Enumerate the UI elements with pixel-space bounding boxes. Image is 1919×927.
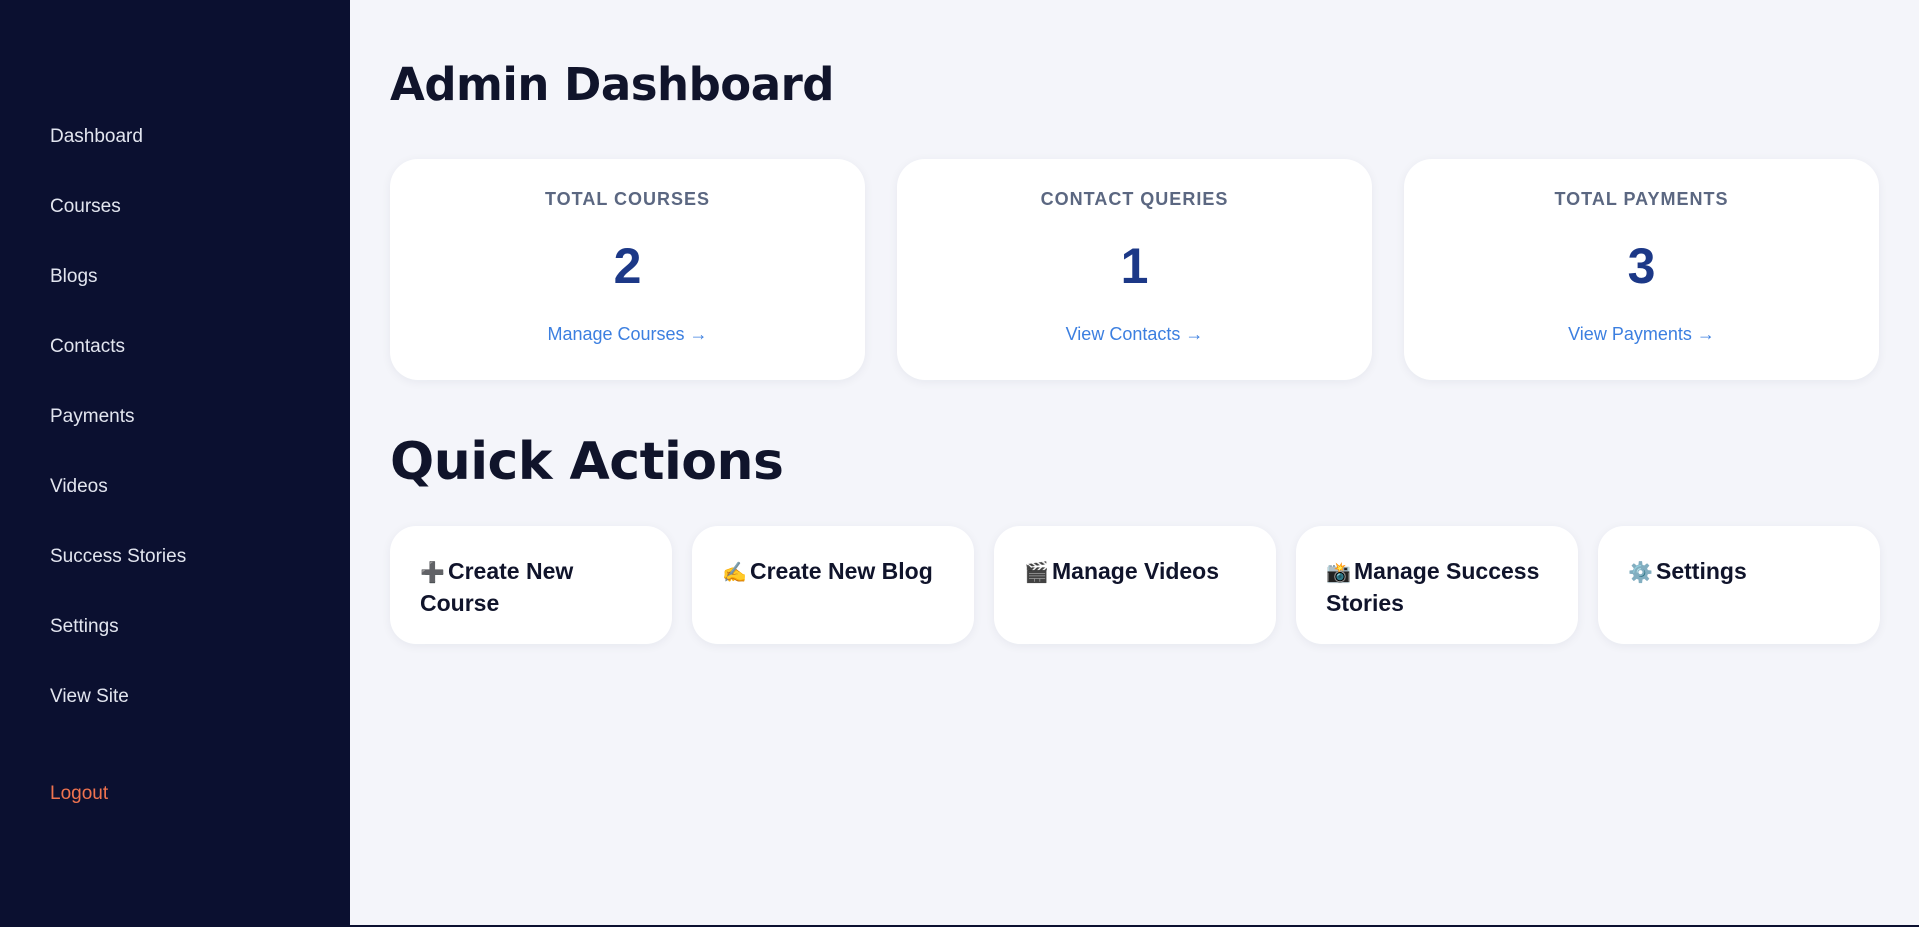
sidebar-item-settings[interactable]: Settings — [50, 616, 119, 638]
create-new-blog-button[interactable]: ✍️ Create New Blog — [692, 526, 974, 644]
manage-videos-button[interactable]: 🎬 Manage Videos — [994, 526, 1276, 644]
action-label: Settings — [1656, 558, 1747, 584]
sidebar-item-success-stories[interactable]: Success Stories — [50, 546, 186, 568]
plus-icon: ➕ — [420, 562, 445, 584]
sidebar-item-videos[interactable]: Videos — [50, 476, 108, 498]
sidebar-item-contacts[interactable]: Contacts — [50, 336, 125, 358]
stat-label: TOTAL COURSES — [544, 189, 710, 209]
stat-value: 3 — [1627, 238, 1656, 294]
main-content: Admin Dashboard TOTAL COURSES 2 Manage C… — [350, 0, 1919, 927]
stat-card-contact-queries: CONTACT QUERIES 1 View Contacts → — [897, 159, 1372, 380]
manage-courses-link[interactable]: Manage Courses → — [390, 324, 865, 345]
gear-icon: ⚙️ — [1628, 562, 1653, 584]
settings-button[interactable]: ⚙️ Settings — [1598, 526, 1880, 644]
camera-icon: 📸 — [1326, 562, 1351, 584]
create-new-course-button[interactable]: ➕ Create New Course — [390, 526, 672, 644]
stat-label: CONTACT QUERIES — [1040, 189, 1229, 209]
action-label: Manage Success Stories — [1326, 558, 1540, 616]
stat-value: 1 — [1120, 238, 1149, 294]
sidebar-item-dashboard[interactable]: Dashboard — [50, 126, 143, 148]
sidebar-item-blogs[interactable]: Blogs — [50, 266, 98, 288]
sidebar-item-payments[interactable]: Payments — [50, 406, 134, 428]
manage-success-stories-button[interactable]: 📸 Manage Success Stories — [1296, 526, 1578, 644]
quick-actions-title: Quick Actions — [390, 432, 784, 492]
logout-link[interactable]: Logout — [50, 783, 108, 805]
sidebar: Dashboard Courses Blogs Contacts Payment… — [0, 0, 350, 927]
writing-hand-icon: ✍️ — [722, 562, 747, 584]
action-label: Create New Blog — [750, 558, 933, 584]
stat-value: 2 — [613, 238, 642, 294]
sidebar-item-courses[interactable]: Courses — [50, 196, 121, 218]
page-title: Admin Dashboard — [390, 58, 835, 111]
stat-card-total-courses: TOTAL COURSES 2 Manage Courses → — [390, 159, 865, 380]
clapper-board-icon: 🎬 — [1024, 562, 1049, 584]
view-contacts-link[interactable]: View Contacts → — [897, 324, 1372, 345]
view-payments-link[interactable]: View Payments → — [1404, 324, 1879, 345]
stat-card-total-payments: TOTAL PAYMENTS 3 View Payments → — [1404, 159, 1879, 380]
stat-label: TOTAL PAYMENTS — [1554, 189, 1729, 209]
sidebar-item-view-site[interactable]: View Site — [50, 686, 129, 708]
action-label: Manage Videos — [1052, 558, 1220, 584]
